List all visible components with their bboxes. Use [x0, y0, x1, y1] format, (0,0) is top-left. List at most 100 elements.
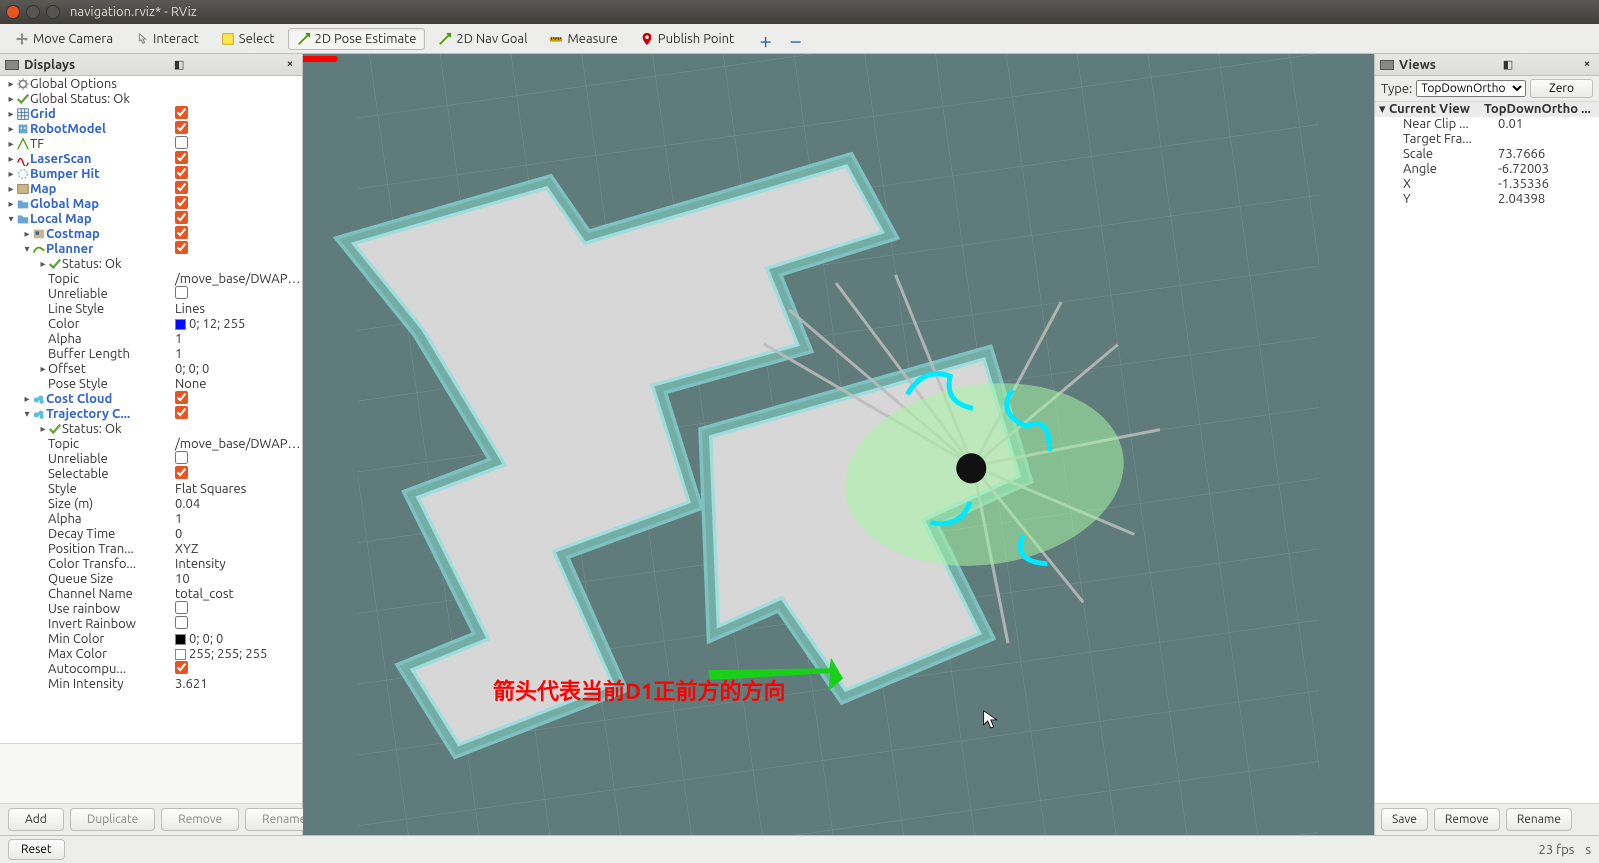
property-checkbox[interactable] [175, 601, 188, 614]
tree-row[interactable]: ▸Global Options [0, 76, 302, 91]
property-value[interactable]: Lines [172, 302, 302, 316]
save-view-button[interactable]: Save [1381, 808, 1428, 831]
property-value[interactable]: None [172, 377, 302, 391]
tree-row[interactable]: Pose StyleNone [0, 376, 302, 391]
tree-row[interactable]: Color0; 12; 255 [0, 316, 302, 331]
remove-view-button[interactable]: Remove [1434, 808, 1500, 831]
tree-row[interactable]: Use rainbow [0, 601, 302, 616]
property-value[interactable]: total_cost [172, 587, 302, 601]
tree-row[interactable]: ▾Local Map [0, 211, 302, 226]
tree-row[interactable]: ▸Bumper Hit [0, 166, 302, 181]
visibility-checkbox[interactable] [175, 181, 188, 194]
view-property-row[interactable]: Angle-6.72003 [1375, 162, 1599, 177]
tree-row[interactable]: Position Tran...XYZ [0, 541, 302, 556]
tree-row[interactable]: Topic/move_base/DWAPlan... [0, 436, 302, 451]
property-value[interactable]: 1 [172, 332, 302, 346]
view-property-row[interactable]: Scale73.7666 [1375, 147, 1599, 162]
property-value[interactable]: 10 [172, 572, 302, 586]
property-value[interactable]: /move_base/DWAPlan... [172, 272, 302, 286]
visibility-checkbox[interactable] [175, 121, 188, 134]
reset-button[interactable]: Reset [8, 839, 65, 860]
tree-row[interactable]: ▾Trajectory C... [0, 406, 302, 421]
tree-row[interactable]: Size (m)0.04 [0, 496, 302, 511]
views-tree[interactable]: ▾Current ViewTopDownOrtho ... ▸...Near C… [1375, 102, 1599, 803]
duplicate-button[interactable]: Duplicate [70, 808, 155, 831]
tree-row[interactable]: ▸Grid [0, 106, 302, 121]
publish-point-button[interactable]: Publish Point [631, 28, 743, 50]
view-property-row[interactable]: Target Fra... [1375, 132, 1599, 147]
tree-row[interactable]: StyleFlat Squares [0, 481, 302, 496]
undock-icon[interactable]: ◧ [172, 58, 186, 72]
pose-estimate-button[interactable]: 2D Pose Estimate [288, 28, 426, 50]
close-window-button[interactable] [6, 5, 20, 19]
add-button[interactable]: Add [8, 808, 64, 831]
tree-row[interactable]: Buffer Length1 [0, 346, 302, 361]
tree-row[interactable]: ▸Offset0; 0; 0 [0, 361, 302, 376]
tree-row[interactable]: ▸Status: Ok [0, 421, 302, 436]
property-value[interactable]: 0.04 [172, 497, 302, 511]
tree-row[interactable]: Unreliable [0, 286, 302, 301]
tree-row[interactable]: Decay Time0 [0, 526, 302, 541]
minimize-window-button[interactable] [26, 5, 40, 19]
visibility-checkbox[interactable] [175, 406, 188, 419]
tree-row[interactable]: ▸RobotModel [0, 121, 302, 136]
view-property-row[interactable]: Y2.04398 [1375, 192, 1599, 207]
visibility-checkbox[interactable] [175, 106, 188, 119]
property-value[interactable]: 1 [172, 347, 302, 361]
displays-tree[interactable]: ▸Global Options▸Global Status: Ok▸Grid▸R… [0, 76, 302, 743]
visibility-checkbox[interactable] [175, 211, 188, 224]
tree-row[interactable]: Queue Size10 [0, 571, 302, 586]
property-checkbox[interactable] [175, 451, 188, 464]
maximize-window-button[interactable] [46, 5, 60, 19]
tree-row[interactable]: Topic/move_base/DWAPlan... [0, 271, 302, 286]
tree-row[interactable]: ▸Cost Cloud [0, 391, 302, 406]
tree-row[interactable]: Max Color255; 255; 255 [0, 646, 302, 661]
close-panel-icon[interactable]: × [1580, 58, 1594, 72]
tree-row[interactable]: Alpha1 [0, 331, 302, 346]
property-value[interactable]: 3.621 [172, 677, 302, 691]
zero-button[interactable]: Zero [1530, 79, 1593, 98]
visibility-checkbox[interactable] [175, 391, 188, 404]
property-checkbox[interactable] [175, 466, 188, 479]
tree-row[interactable]: ▸Costmap [0, 226, 302, 241]
select-button[interactable]: Select [212, 28, 284, 50]
property-checkbox[interactable] [175, 616, 188, 629]
property-checkbox[interactable] [175, 661, 188, 674]
tree-row[interactable]: Channel Nametotal_cost [0, 586, 302, 601]
interact-button[interactable]: Interact [126, 28, 208, 50]
tree-row[interactable]: ▾Planner [0, 241, 302, 256]
measure-button[interactable]: Measure [540, 28, 626, 50]
displays-header[interactable]: Displays ◧ × [0, 54, 302, 76]
property-value[interactable]: /move_base/DWAPlan... [172, 437, 302, 451]
property-value[interactable]: Flat Squares [172, 482, 302, 496]
current-view-row[interactable]: ▾Current ViewTopDownOrtho ... ▸... [1375, 102, 1599, 117]
views-header[interactable]: Views ◧ × [1375, 54, 1599, 76]
viewport-3d[interactable]: 起点状态 [303, 54, 1374, 835]
tree-row[interactable]: ▸Global Status: Ok [0, 91, 302, 106]
tree-row[interactable]: ▸Global Map [0, 196, 302, 211]
property-value[interactable]: Intensity [172, 557, 302, 571]
plus-icon[interactable]: ＋ [759, 32, 773, 46]
property-value[interactable]: 0; 0; 0 [172, 362, 302, 376]
property-checkbox[interactable] [175, 286, 188, 299]
visibility-checkbox[interactable] [175, 151, 188, 164]
tree-row[interactable]: Line StyleLines [0, 301, 302, 316]
tree-row[interactable]: Invert Rainbow [0, 616, 302, 631]
remove-button[interactable]: Remove [161, 808, 239, 831]
view-property-row[interactable]: X-1.35336 [1375, 177, 1599, 192]
property-value[interactable]: 1 [172, 512, 302, 526]
tree-row[interactable]: Min Intensity3.621 [0, 676, 302, 691]
tree-row[interactable]: Autocompu... [0, 661, 302, 676]
view-property-row[interactable]: Near Clip ...0.01 [1375, 117, 1599, 132]
property-value[interactable]: XYZ [172, 542, 302, 556]
tree-row[interactable]: Min Color0; 0; 0 [0, 631, 302, 646]
property-value[interactable]: 0 [172, 527, 302, 541]
undock-icon[interactable]: ◧ [1501, 58, 1515, 72]
minus-icon[interactable]: －▾ [789, 32, 803, 46]
tree-row[interactable]: Alpha1 [0, 511, 302, 526]
tree-row[interactable]: Color Transfo...Intensity [0, 556, 302, 571]
tree-row[interactable]: ▸Map [0, 181, 302, 196]
visibility-checkbox[interactable] [175, 196, 188, 209]
visibility-checkbox[interactable] [175, 226, 188, 239]
view-type-select[interactable]: TopDownOrtho [1416, 80, 1526, 97]
